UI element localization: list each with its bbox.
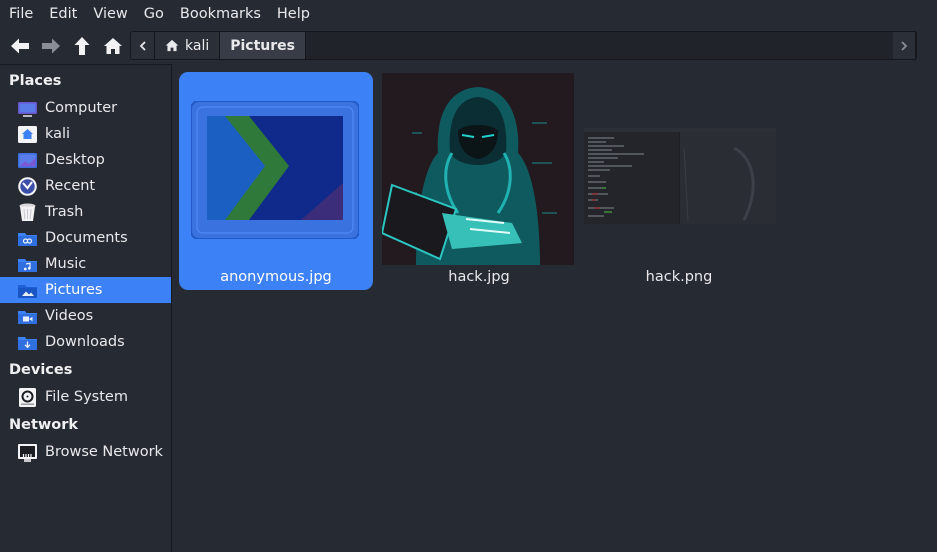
home-icon bbox=[103, 38, 122, 54]
home-button[interactable] bbox=[97, 29, 128, 63]
music-folder-icon bbox=[18, 259, 37, 272]
sidebar-item-kali[interactable]: kali bbox=[0, 121, 171, 147]
sidebar-item-music[interactable]: Music bbox=[0, 251, 171, 277]
file-item-hack-jpg[interactable]: hack.jpg bbox=[382, 72, 576, 290]
sidebar-item-documents[interactable]: Documents bbox=[0, 225, 171, 251]
sidebar-item-label: Videos bbox=[45, 308, 94, 324]
trash-icon bbox=[19, 203, 36, 221]
path-scroll-right-button[interactable] bbox=[893, 31, 916, 60]
menu-edit[interactable]: Edit bbox=[41, 6, 85, 22]
sidebar-item-label: Trash bbox=[45, 204, 84, 220]
menu-help[interactable]: Help bbox=[269, 6, 318, 22]
file-name: anonymous.jpg bbox=[220, 269, 332, 285]
path-empty-area[interactable] bbox=[305, 32, 884, 59]
menu-bar: File Edit View Go Bookmarks Help bbox=[0, 0, 937, 28]
sidebar-item-label: Pictures bbox=[45, 282, 103, 298]
network-icon bbox=[18, 444, 37, 462]
image-thumbnail bbox=[191, 101, 359, 239]
drive-icon bbox=[19, 388, 36, 407]
sidebar-item-file-system[interactable]: File System bbox=[0, 384, 171, 410]
image-thumbnail bbox=[382, 73, 574, 265]
breadcrumb-home-label: kali bbox=[185, 37, 210, 54]
computer-icon bbox=[18, 102, 37, 117]
chevron-right-icon bbox=[901, 40, 908, 51]
sidebar: Places Computer kali Desktop Recent Tras… bbox=[0, 64, 172, 552]
sidebar-item-label: Recent bbox=[45, 178, 96, 194]
home-folder-icon bbox=[18, 126, 37, 143]
sidebar-item-label: Downloads bbox=[45, 334, 125, 350]
file-view[interactable]: anonymous.jpg hack.jpg hack.png bbox=[172, 65, 937, 552]
home-icon bbox=[165, 39, 179, 52]
path-scroll-left-button[interactable] bbox=[131, 32, 155, 59]
section-devices: Devices bbox=[9, 362, 73, 378]
sidebar-item-label: Computer bbox=[45, 100, 118, 116]
file-item-anonymous[interactable]: anonymous.jpg bbox=[179, 72, 373, 290]
file-name: hack.jpg bbox=[448, 269, 510, 285]
chevron-left-icon bbox=[139, 40, 146, 51]
arrow-up-icon bbox=[74, 37, 89, 55]
breadcrumb-home[interactable]: kali bbox=[155, 32, 221, 59]
sidebar-item-trash[interactable]: Trash bbox=[0, 199, 171, 225]
sidebar-item-computer[interactable]: Computer bbox=[0, 95, 171, 121]
videos-folder-icon bbox=[18, 311, 37, 324]
breadcrumb-current-label: Pictures bbox=[230, 37, 295, 54]
pictures-folder-icon bbox=[18, 285, 37, 298]
menu-go[interactable]: Go bbox=[136, 6, 172, 22]
breadcrumb-current[interactable]: Pictures bbox=[220, 32, 306, 59]
recent-icon bbox=[18, 177, 37, 196]
image-thumbnail bbox=[584, 128, 776, 224]
sidebar-item-label: kali bbox=[45, 126, 71, 142]
sidebar-item-label: Music bbox=[45, 256, 87, 272]
menu-bookmarks[interactable]: Bookmarks bbox=[172, 6, 269, 22]
section-places: Places bbox=[9, 73, 62, 89]
file-item-hack-png[interactable]: hack.png bbox=[582, 72, 776, 290]
downloads-folder-icon bbox=[18, 337, 37, 350]
sidebar-item-recent[interactable]: Recent bbox=[0, 173, 171, 199]
sidebar-item-label: Documents bbox=[45, 230, 128, 246]
sidebar-item-pictures[interactable]: Pictures bbox=[0, 277, 171, 303]
sidebar-item-desktop[interactable]: Desktop bbox=[0, 147, 171, 173]
sidebar-item-downloads[interactable]: Downloads bbox=[0, 329, 171, 355]
arrow-right-icon bbox=[41, 38, 60, 54]
sidebar-item-label: Browse Network bbox=[45, 444, 163, 460]
back-button[interactable] bbox=[4, 29, 35, 63]
path-bar: kali Pictures bbox=[130, 31, 917, 60]
up-button[interactable] bbox=[66, 29, 97, 63]
documents-folder-icon bbox=[18, 233, 37, 246]
section-network: Network bbox=[9, 417, 79, 433]
forward-button[interactable] bbox=[35, 29, 66, 63]
sidebar-item-label: Desktop bbox=[45, 152, 105, 168]
file-name: hack.png bbox=[645, 269, 713, 285]
arrow-left-icon bbox=[10, 38, 29, 54]
sidebar-item-videos[interactable]: Videos bbox=[0, 303, 171, 329]
sidebar-item-label: File System bbox=[45, 389, 128, 405]
desktop-icon bbox=[18, 153, 37, 168]
toolbar: kali Pictures bbox=[0, 28, 937, 83]
menu-view[interactable]: View bbox=[85, 6, 135, 22]
menu-file[interactable]: File bbox=[0, 6, 41, 22]
sidebar-item-browse-network[interactable]: Browse Network bbox=[0, 439, 171, 465]
